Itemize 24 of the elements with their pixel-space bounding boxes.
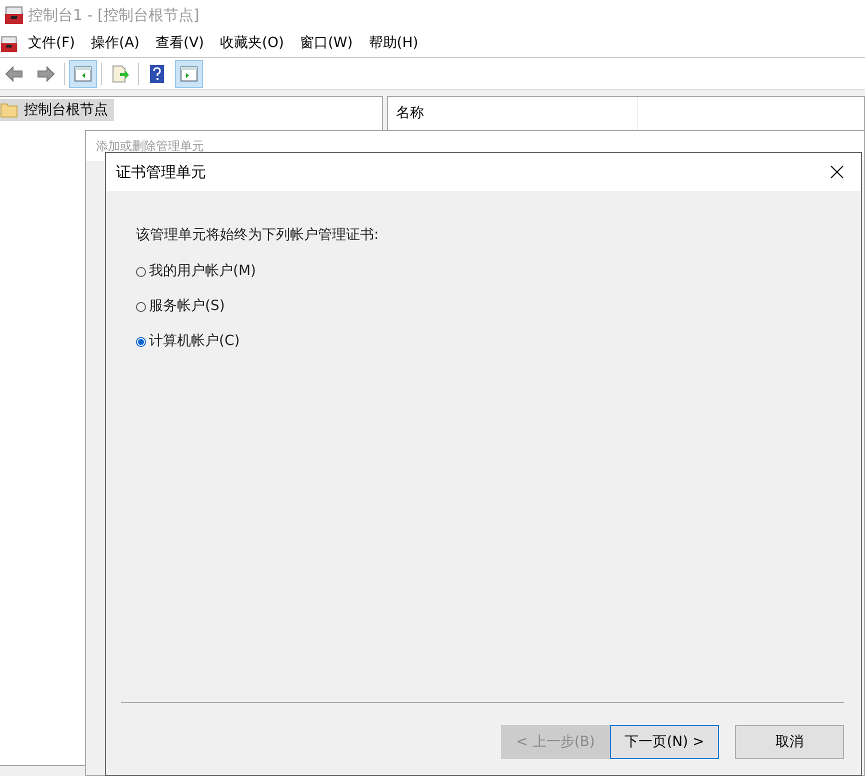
dialog-button[interactable]: 下一页(N) > <box>610 725 719 759</box>
dialog-title: 添加或删除管理单元 <box>96 139 204 153</box>
menu-item[interactable]: 帮助(H) <box>362 30 424 56</box>
dialog-title: 证书管理单元 <box>116 162 206 183</box>
dialog-button[interactable]: 取消 <box>735 725 844 759</box>
radio-button[interactable] <box>136 302 146 312</box>
folder-icon <box>0 102 18 118</box>
radio-button[interactable] <box>136 266 146 276</box>
window-title: 控制台1 - [控制台根节点] <box>28 4 200 26</box>
menu-item[interactable]: 操作(A) <box>84 30 146 56</box>
option-label[interactable]: 服务帐户(S) <box>149 296 225 317</box>
prompt-text: 该管理单元将始终为下列帐户管理证书: <box>136 226 380 245</box>
menu-item[interactable]: 窗口(W) <box>294 30 359 56</box>
menu-item[interactable]: 文件(F) <box>22 30 81 56</box>
window-pane-icon[interactable] <box>69 60 97 88</box>
option-label[interactable]: 计算机帐户(C) <box>149 331 240 352</box>
radio-button[interactable] <box>136 336 146 346</box>
toolbox-icon <box>4 5 24 25</box>
menu-item[interactable]: 查看(V) <box>150 30 210 56</box>
option-label[interactable]: 我的用户帐户(M) <box>149 261 256 282</box>
tree-item[interactable]: 控制台根节点 <box>0 99 114 121</box>
menu-item[interactable]: 收藏夹(O) <box>214 30 290 56</box>
toolbox-icon[interactable] <box>0 34 18 52</box>
window-pane-icon[interactable] <box>175 60 203 88</box>
